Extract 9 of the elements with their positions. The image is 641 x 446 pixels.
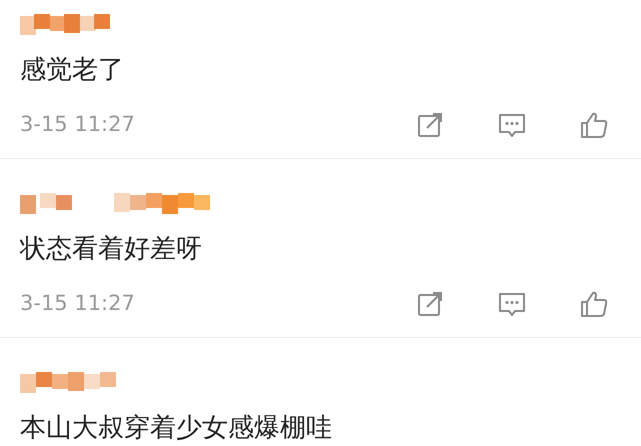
comment-time: 3-15 11:27 bbox=[20, 290, 135, 318]
comment-text: 状态看着好差呀 bbox=[20, 234, 202, 264]
comment-text: 本山大叔穿着少女感爆棚哇 bbox=[20, 413, 332, 443]
thumbs-up-icon[interactable] bbox=[579, 110, 609, 140]
thumbs-up-icon[interactable] bbox=[579, 289, 609, 319]
share-icon[interactable] bbox=[415, 110, 445, 140]
comment-time: 3-15 11:27 bbox=[20, 111, 135, 138]
share-icon[interactable] bbox=[415, 289, 445, 319]
comment-text: 感觉老了 bbox=[20, 55, 124, 85]
